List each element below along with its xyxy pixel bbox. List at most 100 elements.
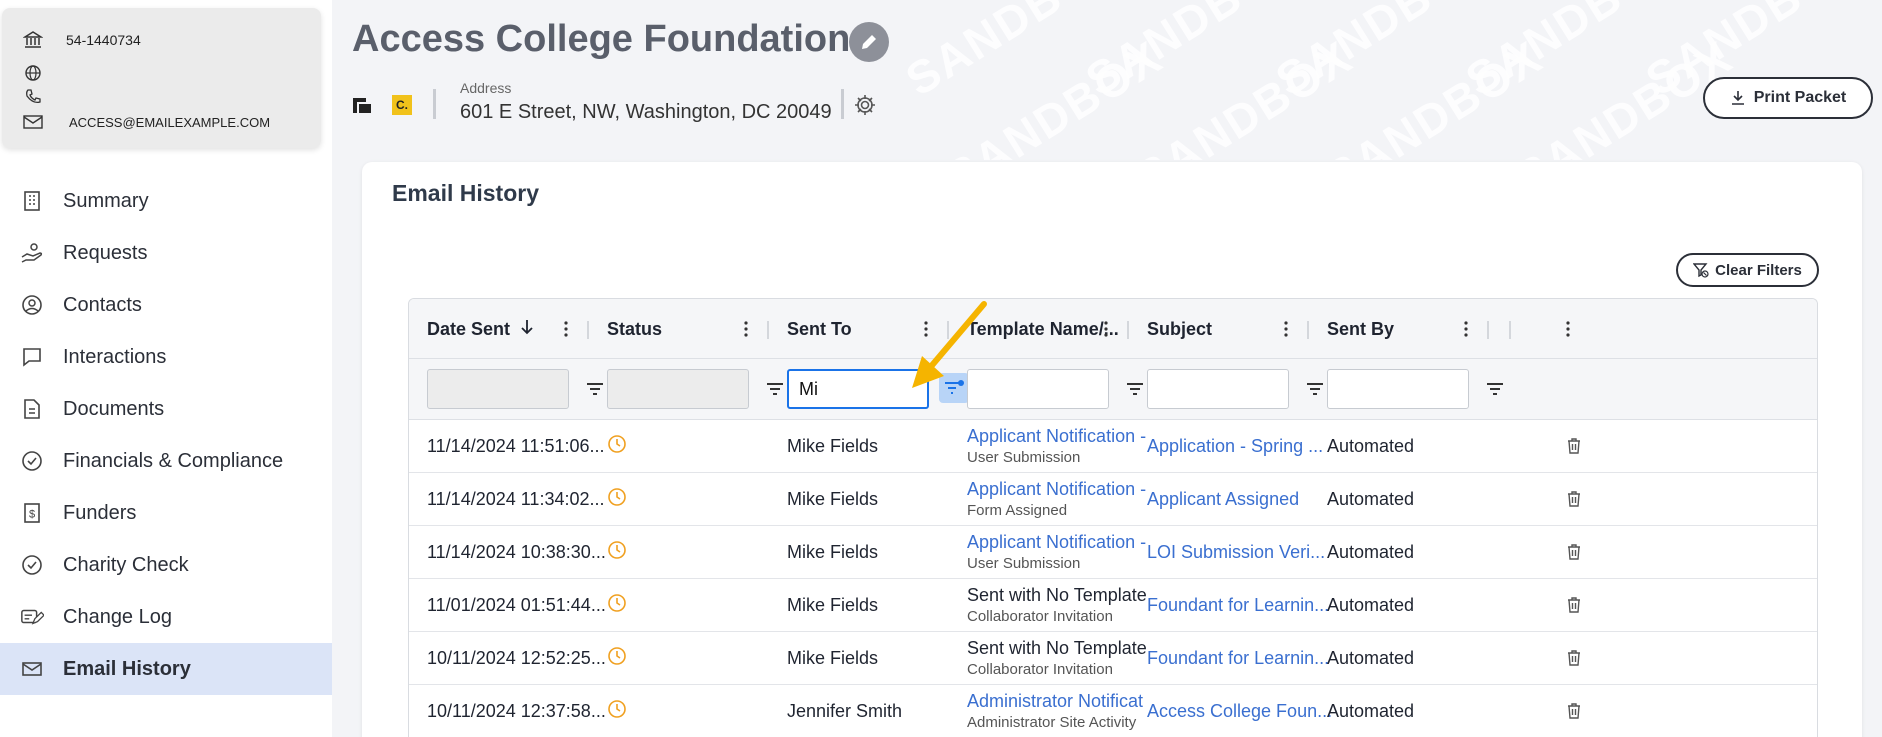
subject-link[interactable]: LOI Submission Veri... — [1147, 526, 1325, 578]
grid-header: Date Sent Status Sent To Template Name/... S… — [409, 299, 1817, 359]
column-menu-icon[interactable] — [919, 317, 933, 341]
sidebar-item-interactions[interactable]: Interactions — [0, 331, 332, 383]
delete-icon[interactable] — [1563, 699, 1585, 723]
phone-icon — [22, 87, 44, 107]
sent-by-filter-input[interactable] — [1327, 369, 1469, 409]
delete-icon[interactable] — [1563, 487, 1585, 511]
sidebar-item-email-history[interactable]: Email History — [0, 643, 332, 695]
column-resize-handle[interactable] — [1509, 321, 1511, 339]
edit-log-icon — [20, 605, 44, 629]
delete-icon[interactable] — [1563, 593, 1585, 617]
column-header[interactable]: Sent To — [787, 299, 852, 359]
settings-gear-button[interactable] — [852, 92, 878, 118]
date-sent-cell: 11/14/2024 11:51:06... — [427, 435, 605, 456]
subject-link[interactable]: Access College Foun... — [1147, 685, 1332, 737]
sent-by-cell: Automated — [1327, 700, 1415, 721]
check-circle-icon — [20, 553, 44, 577]
column-menu-icon[interactable] — [739, 317, 753, 341]
gear-icon — [855, 95, 875, 115]
template-link[interactable]: Applicant Notification - — [967, 479, 1146, 500]
building-icon — [20, 189, 44, 213]
template-category: User Submission — [967, 449, 1081, 466]
template-cell[interactable]: Administrator Notificat Administrator Sit… — [967, 685, 1143, 737]
subject-link[interactable]: Application - Spring ... — [1147, 420, 1323, 472]
clear-filters-button[interactable]: Clear Filters — [1676, 253, 1819, 287]
subject-link[interactable]: Foundant for Learnin... — [1147, 579, 1329, 631]
sort-descending-icon[interactable] — [520, 319, 534, 340]
sidebar-item-documents[interactable]: Documents — [0, 383, 332, 435]
filter-icon[interactable] — [1483, 377, 1507, 401]
sidebar-item-summary[interactable]: Summary — [0, 175, 332, 227]
table-row[interactable]: 11/01/2024 01:51:44... Mike Fields Sent wi… — [409, 579, 1817, 632]
ein-row: 54-1440734 — [22, 30, 141, 50]
column-menu-icon[interactable] — [1279, 317, 1293, 341]
column-header[interactable]: Sent By — [1327, 299, 1394, 359]
template-link[interactable]: Applicant Notification - — [967, 426, 1146, 447]
watermark-text: SANDBOX — [1126, 30, 1362, 160]
sent-to-filter-input[interactable] — [787, 369, 929, 409]
filter-icon[interactable] — [763, 377, 787, 401]
column-resize-handle[interactable] — [767, 321, 769, 339]
column-header-label: Subject — [1147, 318, 1213, 339]
sidebar-item-label: Documents — [63, 397, 165, 420]
pending-clock-icon — [607, 487, 629, 509]
subject-link[interactable]: Applicant Assigned — [1147, 473, 1299, 525]
table-row[interactable]: 11/14/2024 11:51:06... Mike Fields Applica… — [409, 420, 1817, 473]
filter-clear-icon — [1693, 263, 1709, 278]
sidebar-item-label: Change Log — [63, 605, 172, 628]
template-link[interactable]: Administrator Notificat — [967, 691, 1143, 712]
sidebar-item-financials-compliance[interactable]: Financials & Compliance — [0, 435, 332, 487]
filter-icon[interactable] — [583, 377, 607, 401]
filter-icon[interactable] — [1303, 377, 1327, 401]
template-cell[interactable]: Applicant Notification - User Submission — [967, 420, 1146, 472]
template-filter-input[interactable] — [967, 369, 1109, 409]
sidebar-item-funders[interactable]: $ Funders — [0, 487, 332, 539]
column-menu-icon[interactable] — [559, 317, 573, 341]
status-filter-input[interactable] — [607, 369, 749, 409]
sidebar-item-requests[interactable]: Requests — [0, 227, 332, 279]
delete-icon[interactable] — [1563, 646, 1585, 670]
delete-icon[interactable] — [1563, 540, 1585, 564]
table-row[interactable]: 10/11/2024 12:37:58... Jennifer Smith Admi… — [409, 685, 1817, 737]
column-header[interactable]: Date Sent — [427, 299, 534, 359]
column-resize-handle[interactable] — [1307, 321, 1309, 339]
template-category: Form Assigned — [967, 502, 1068, 519]
template-category: User Submission — [967, 555, 1081, 572]
column-resize-handle[interactable] — [587, 321, 589, 339]
table-row[interactable]: 11/14/2024 10:38:30... Mike Fields Applica… — [409, 526, 1817, 579]
subject-filter-input[interactable] — [1147, 369, 1289, 409]
template-cell[interactable]: Applicant Notification - Form Assigned — [967, 473, 1146, 525]
column-header[interactable]: Status — [607, 299, 662, 359]
sidebar-item-contacts[interactable]: Contacts — [0, 279, 332, 331]
column-menu-icon[interactable] — [1459, 317, 1473, 341]
sidebar-item-change-log[interactable]: Change Log — [0, 591, 332, 643]
sidebar-item-charity-check[interactable]: Charity Check — [0, 539, 332, 591]
edit-org-button[interactable] — [849, 22, 889, 62]
sent-to-cell: Mike Fields — [787, 647, 879, 668]
template-cell[interactable]: Applicant Notification - User Submission — [967, 526, 1146, 578]
column-menu-icon[interactable] — [1099, 317, 1113, 341]
subject-link[interactable]: Foundant for Learnin... — [1147, 632, 1329, 684]
sidebar-item-label: Email History — [63, 657, 191, 680]
column-resize-handle[interactable] — [947, 321, 949, 339]
sidebar-item-label: Interactions — [63, 345, 167, 368]
date-sent-filter-input[interactable] — [427, 369, 569, 409]
pending-clock-icon — [607, 699, 629, 721]
column-header[interactable]: Template Name/... — [967, 299, 1119, 359]
delete-icon[interactable] — [1563, 434, 1585, 458]
email-text[interactable]: ACCESS@EMAILEXAMPLE.COM — [69, 115, 270, 130]
check-circle-icon — [20, 449, 44, 473]
print-packet-button[interactable]: Print Packet — [1703, 77, 1873, 119]
column-header[interactable]: Subject — [1147, 299, 1212, 359]
pending-clock-icon — [607, 593, 629, 615]
sidebar-item-label: Requests — [63, 241, 148, 264]
date-sent-cell: 10/11/2024 12:52:25... — [427, 647, 606, 668]
table-row[interactable]: 11/14/2024 11:34:02... Mike Fields Applica… — [409, 473, 1817, 526]
column-resize-handle[interactable] — [1127, 321, 1129, 339]
template-link[interactable]: Applicant Notification - — [967, 532, 1146, 553]
table-row[interactable]: 10/11/2024 12:52:25... Mike Fields Sent wi… — [409, 632, 1817, 685]
column-resize-handle[interactable] — [1487, 321, 1489, 339]
filter-icon[interactable] — [1123, 377, 1147, 401]
filter-active-icon[interactable] — [939, 373, 969, 403]
column-menu-icon[interactable] — [1561, 317, 1575, 341]
